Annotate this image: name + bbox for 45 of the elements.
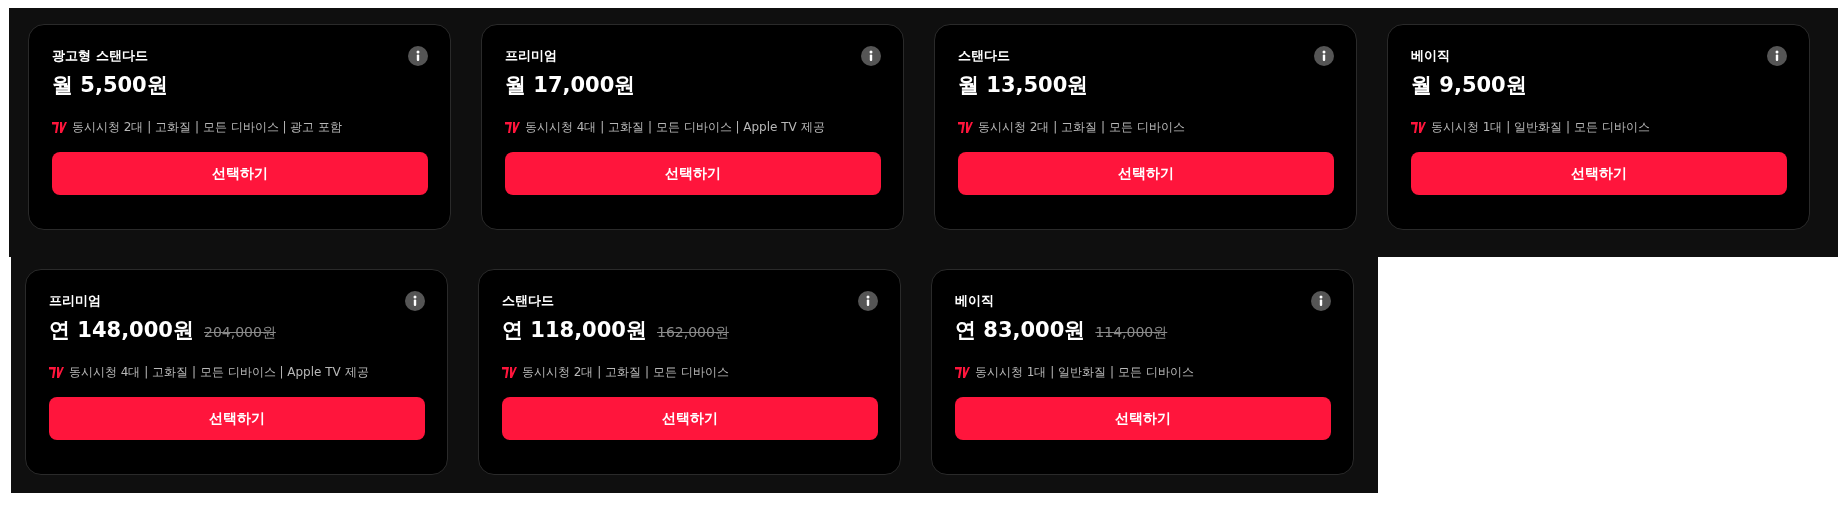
plan-price: 월 5,500원 bbox=[52, 72, 168, 99]
plan-features: 동시시청 2대 | 고화질 | 모든 디바이스 bbox=[978, 119, 1185, 136]
info-icon[interactable] bbox=[405, 291, 425, 311]
plan-price: 월 9,500원 bbox=[1411, 72, 1527, 99]
tv-logo-icon bbox=[505, 122, 520, 133]
select-button[interactable]: 선택하기 bbox=[958, 152, 1334, 195]
info-icon[interactable] bbox=[1767, 46, 1787, 66]
tv-logo-icon bbox=[1411, 122, 1426, 133]
info-icon[interactable] bbox=[408, 46, 428, 66]
plan-name: 스탠다드 bbox=[502, 292, 554, 310]
plan-features: 동시시청 4대 | 고화질 | 모든 디바이스 | Apple TV 제공 bbox=[525, 119, 825, 136]
tv-logo-icon bbox=[502, 367, 517, 378]
plan-price: 연 148,000원 bbox=[49, 317, 194, 344]
info-icon[interactable] bbox=[1314, 46, 1334, 66]
tv-logo-icon bbox=[955, 367, 970, 378]
plan-price: 연 83,000원 bbox=[955, 317, 1086, 344]
plan-name: 프리미엄 bbox=[505, 47, 557, 65]
plan-features: 동시시청 1대 | 일반화질 | 모든 디바이스 bbox=[975, 364, 1194, 381]
select-button[interactable]: 선택하기 bbox=[955, 397, 1331, 440]
plan-features: 동시시청 2대 | 고화질 | 모든 디바이스 | 광고 포함 bbox=[72, 119, 343, 136]
original-price: 162,000원 bbox=[656, 324, 729, 342]
plan-price: 월 13,500원 bbox=[958, 72, 1089, 99]
plan-features: 동시시청 2대 | 고화질 | 모든 디바이스 bbox=[522, 364, 729, 381]
plan-name: 프리미엄 bbox=[49, 292, 101, 310]
select-button[interactable]: 선택하기 bbox=[502, 397, 878, 440]
info-icon[interactable] bbox=[858, 291, 878, 311]
plan-name: 스탠다드 bbox=[958, 47, 1010, 65]
tv-logo-icon bbox=[49, 367, 64, 378]
plan-price: 연 118,000원 bbox=[502, 317, 647, 344]
original-price: 114,000원 bbox=[1095, 324, 1168, 342]
info-icon[interactable] bbox=[861, 46, 881, 66]
plan-name: 광고형 스탠다드 bbox=[52, 47, 148, 65]
plan-name: 베이직 bbox=[955, 292, 994, 310]
plan-features: 동시시청 1대 | 일반화질 | 모든 디바이스 bbox=[1431, 119, 1650, 136]
select-button[interactable]: 선택하기 bbox=[49, 397, 425, 440]
plan-name: 베이직 bbox=[1411, 47, 1450, 65]
select-button[interactable]: 선택하기 bbox=[52, 152, 428, 195]
plan-features: 동시시청 4대 | 고화질 | 모든 디바이스 | Apple TV 제공 bbox=[69, 364, 369, 381]
plan-price: 월 17,000원 bbox=[505, 72, 636, 99]
original-price: 204,000원 bbox=[203, 324, 276, 342]
tv-logo-icon bbox=[958, 122, 973, 133]
select-button[interactable]: 선택하기 bbox=[1411, 152, 1787, 195]
info-icon[interactable] bbox=[1311, 291, 1331, 311]
select-button[interactable]: 선택하기 bbox=[505, 152, 881, 195]
tv-logo-icon bbox=[52, 122, 67, 133]
